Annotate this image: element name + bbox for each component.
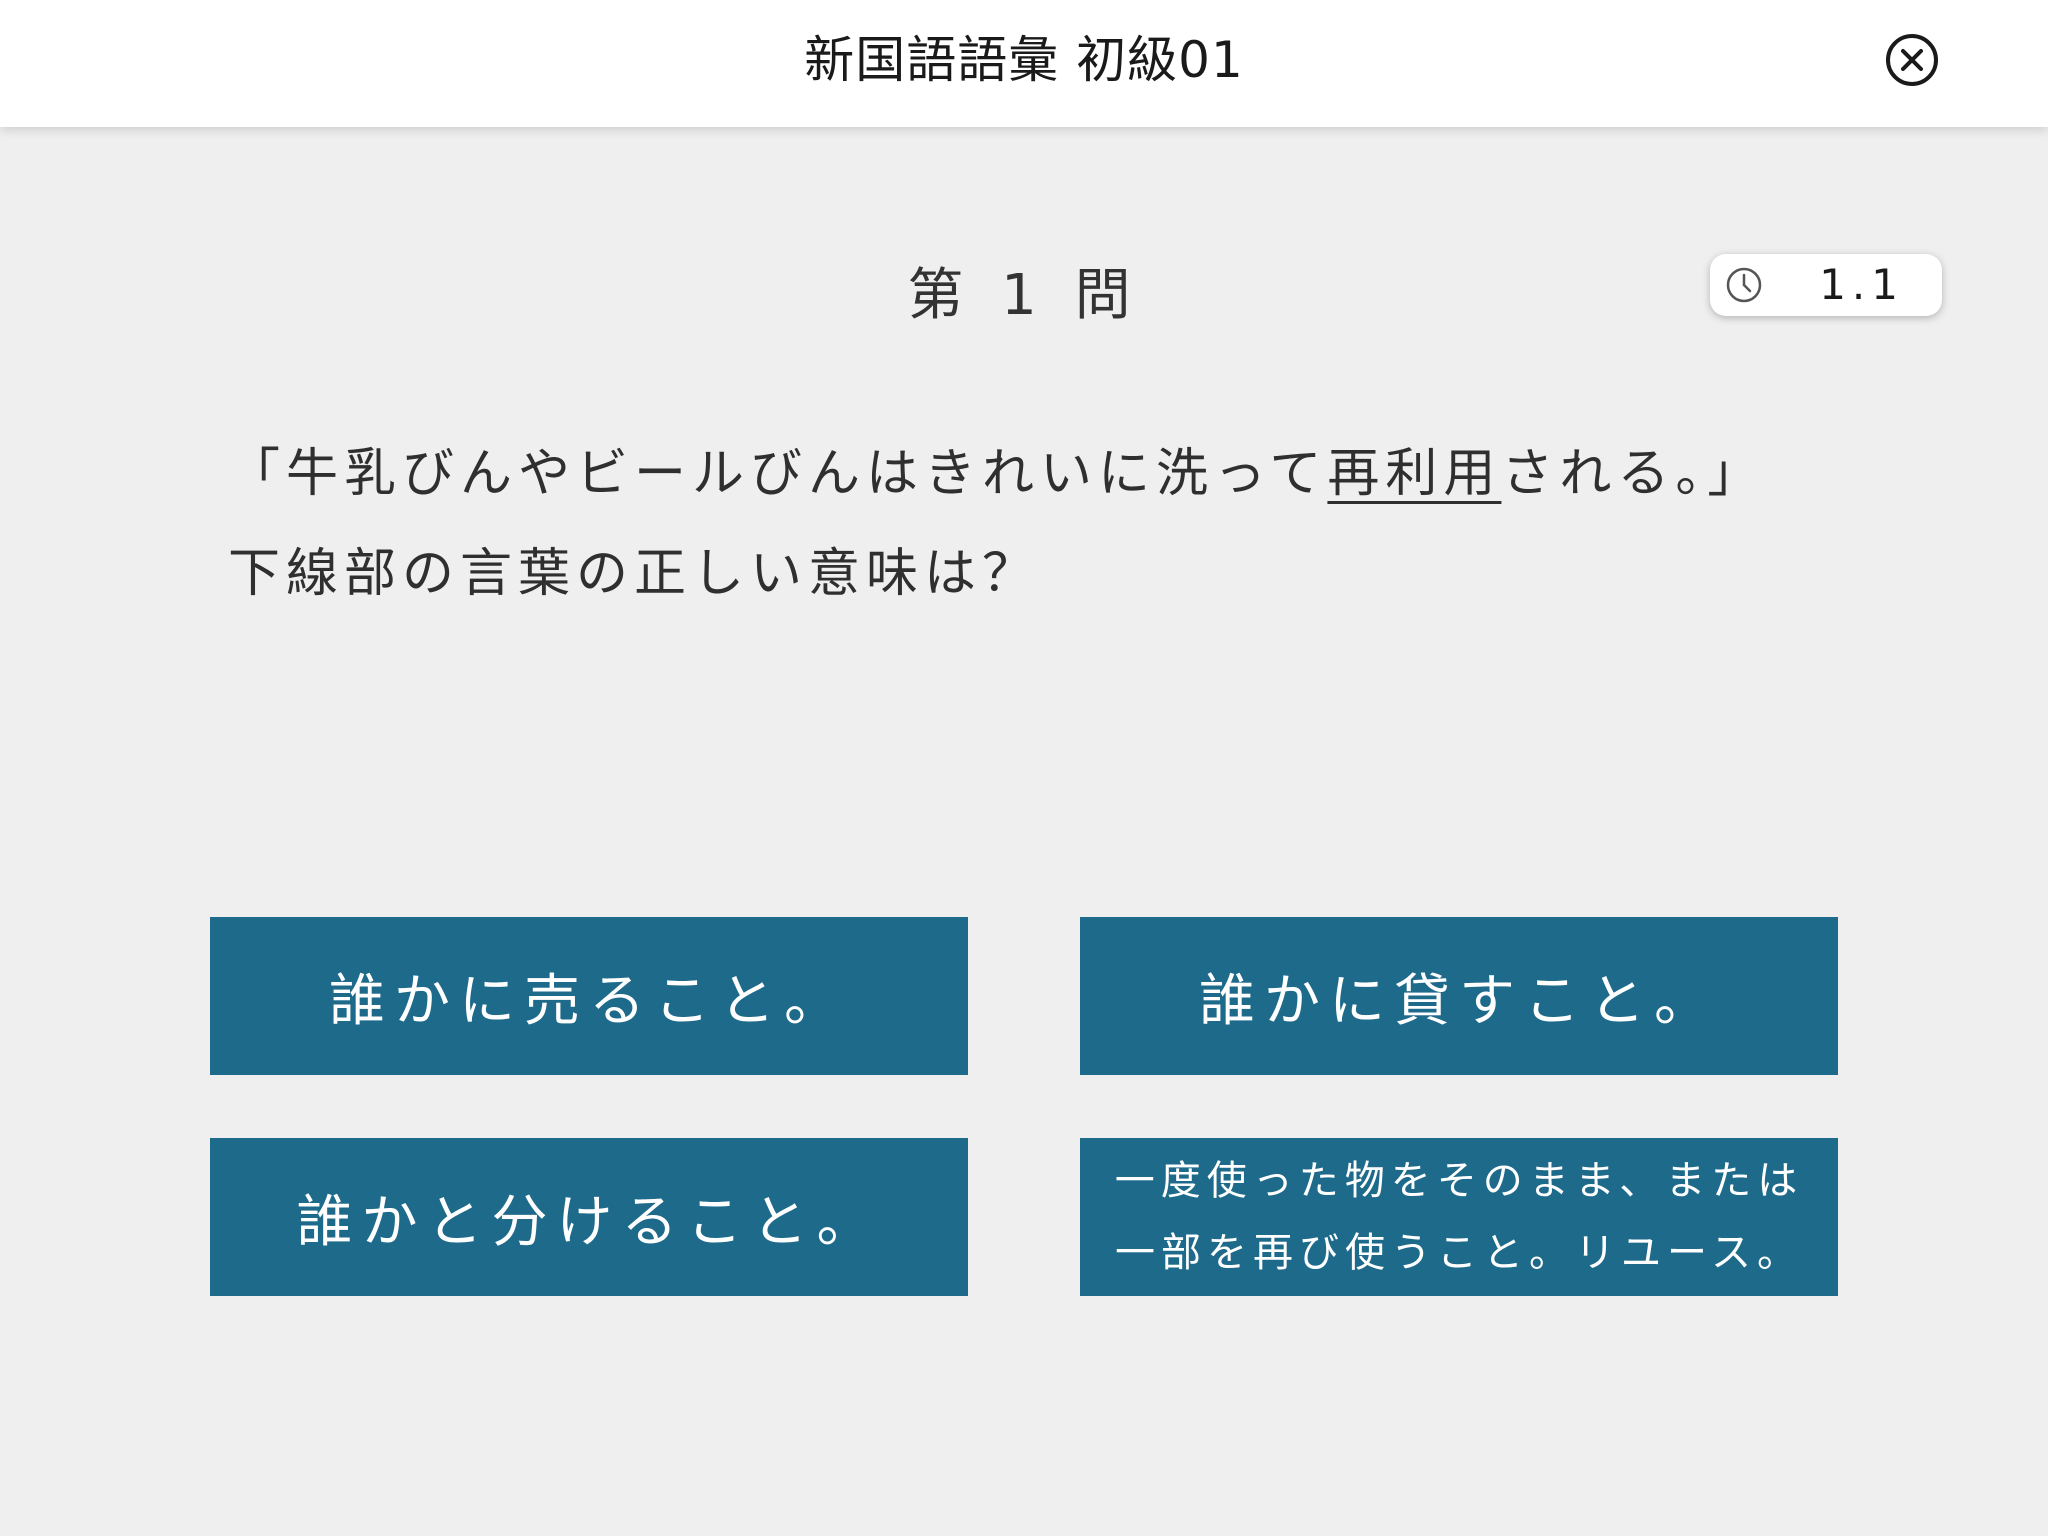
choice-button-1[interactable]: 誰かに売ること。 bbox=[210, 917, 968, 1075]
timer-badge: 1.1 bbox=[1710, 254, 1942, 316]
close-button[interactable] bbox=[1886, 34, 1938, 86]
question-sentence: 「牛乳びんやビールびんはきれいに洗って再利用される。」 bbox=[228, 424, 1848, 524]
choice-label: 誰かに貸すこと。 bbox=[1199, 968, 1719, 1034]
choice-label: 誰かに売ること。 bbox=[329, 968, 849, 1034]
clock-icon bbox=[1726, 267, 1762, 303]
question-text: 「牛乳びんやビールびんはきれいに洗って再利用される。」 下線部の言葉の正しい意味… bbox=[228, 424, 1848, 624]
top-bar: 新国語語彙 初級01 bbox=[0, 0, 2048, 127]
choice-label: 一度使った物をそのまま、または 一部を再び使うこと。リユース。 bbox=[1115, 1145, 1803, 1289]
choice-label: 誰かと分けること。 bbox=[296, 1189, 882, 1255]
question-sentence-end: される。」 bbox=[1501, 444, 1766, 504]
timer-value: 1.1 bbox=[1819, 260, 1904, 309]
question-prompt: 下線部の言葉の正しい意味は？ bbox=[228, 544, 1041, 604]
choice-label-line-1: 一度使った物をそのまま、または bbox=[1114, 1158, 1804, 1204]
choice-label-line-2: 一部を再び使うこと。リユース。 bbox=[1115, 1230, 1803, 1276]
choice-button-2[interactable]: 誰かに貸すこと。 bbox=[1080, 917, 1838, 1075]
choice-button-4[interactable]: 一度使った物をそのまま、または 一部を再び使うこと。リユース。 bbox=[1080, 1138, 1838, 1296]
page-title: 新国語語彙 初級01 bbox=[804, 31, 1244, 89]
underlined-word: 再利用 bbox=[1327, 444, 1502, 504]
choice-button-3[interactable]: 誰かと分けること。 bbox=[210, 1138, 968, 1296]
close-icon bbox=[1901, 49, 1923, 71]
question-sentence-start: 「牛乳びんやビールびんはきれいに洗って bbox=[228, 444, 1328, 504]
